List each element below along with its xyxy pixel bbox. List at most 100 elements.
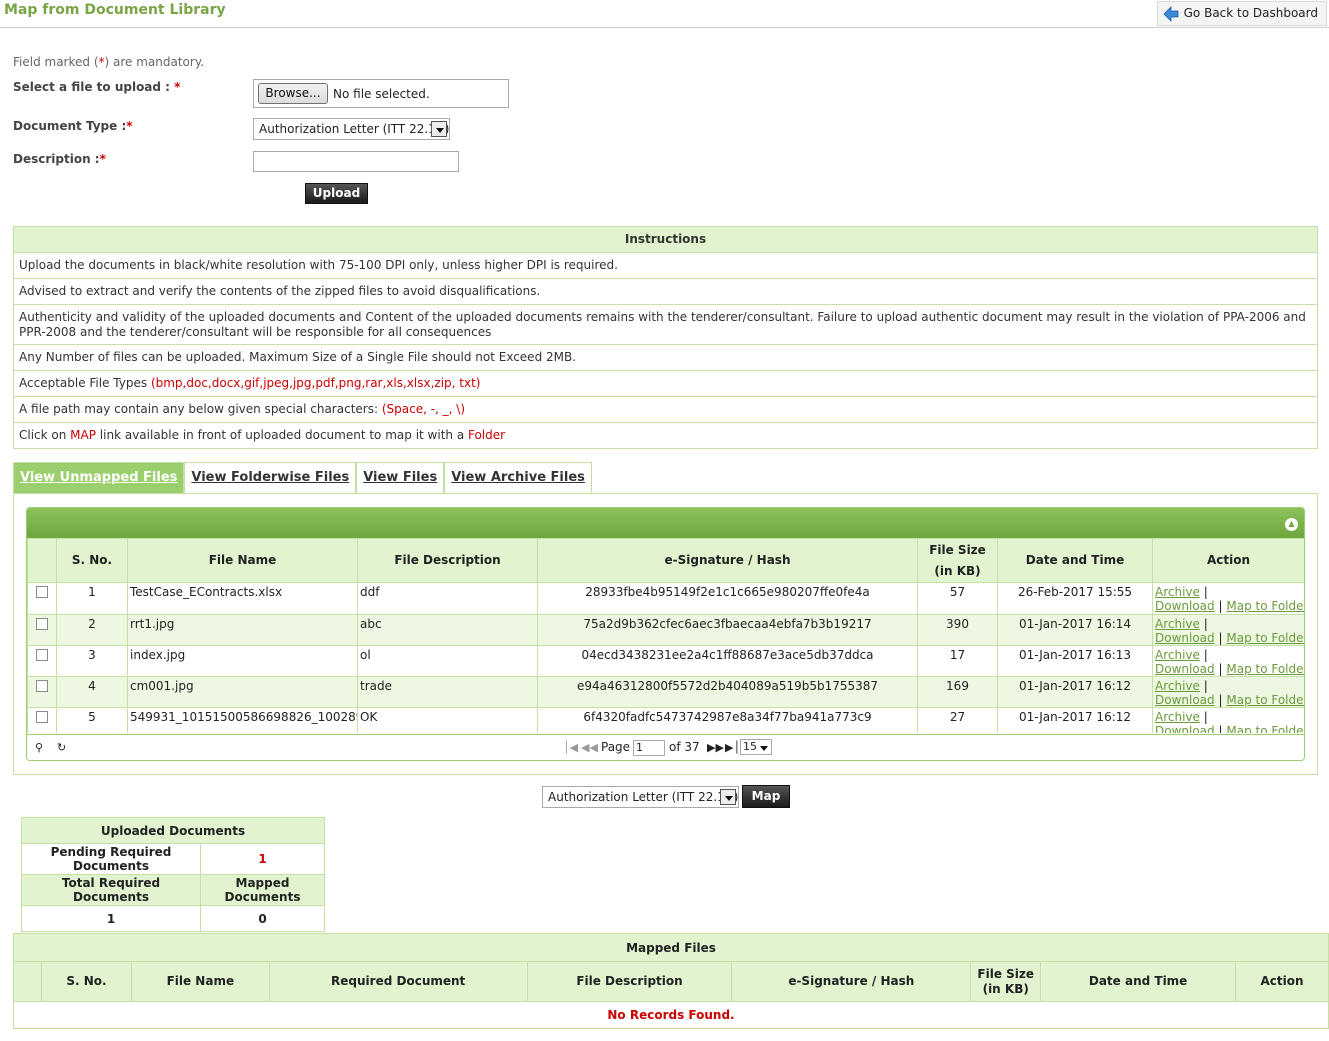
date-cell: 26-Feb-2017 15:55 bbox=[997, 583, 1153, 615]
hash-cell: e94a46312800f5572d2b404089a519b5b1755387 bbox=[537, 676, 918, 708]
page-label: Page bbox=[601, 740, 631, 754]
mapped-select-header bbox=[13, 961, 42, 1002]
column-header[interactable]: S. No. bbox=[56, 538, 128, 583]
table-row[interactable]: 5 549931_10151500586698826_10028952 OK 6… bbox=[27, 707, 1304, 734]
chevron-down-icon bbox=[431, 121, 447, 137]
table-row[interactable]: 4 cm001.jpg trade e94a46312800f5572d2b40… bbox=[27, 676, 1304, 708]
upload-button[interactable]: Upload bbox=[305, 183, 368, 204]
grid-header: S. No. File Name File Description e-Sign… bbox=[27, 538, 1304, 583]
file-size-cell: 390 bbox=[917, 614, 998, 646]
tab-unmapped-files[interactable]: View Unmapped Files bbox=[13, 462, 185, 493]
download-link[interactable]: Download bbox=[1155, 693, 1215, 707]
download-link[interactable]: Download bbox=[1155, 724, 1215, 734]
file-description-cell: trade bbox=[357, 676, 538, 708]
mapped-files-title: Mapped Files bbox=[13, 933, 1329, 962]
grid-body[interactable]: 1 TestCase_EContracts.xlsx ddf 28933fbe4… bbox=[27, 583, 1304, 733]
column-header[interactable]: e-Signature / Hash bbox=[537, 538, 918, 583]
mapped-files-table: Mapped Files S. No. File Name Required D… bbox=[13, 933, 1329, 1029]
column-header[interactable]: File Size (in KB) bbox=[917, 538, 998, 583]
file-description-cell: ddf bbox=[357, 583, 538, 615]
column-header: File Name bbox=[130, 961, 270, 1002]
file-description-cell: abc bbox=[357, 614, 538, 646]
download-link[interactable]: Download bbox=[1155, 631, 1215, 645]
archive-link[interactable]: Archive bbox=[1155, 617, 1200, 631]
table-row[interactable]: 1 TestCase_EContracts.xlsx ddf 28933fbe4… bbox=[27, 583, 1304, 615]
column-header[interactable]: Action bbox=[1152, 538, 1304, 583]
page-count: of 37 bbox=[669, 740, 700, 754]
sno-cell: 4 bbox=[56, 676, 128, 708]
file-name-cell: index.jpg bbox=[127, 645, 358, 677]
tab-files[interactable]: View Files bbox=[356, 462, 445, 493]
unmapped-files-grid: ▲ S. No. File Name File Description e-Si… bbox=[26, 507, 1305, 761]
separator: | bbox=[1203, 647, 1208, 662]
map-to-folder-link[interactable]: Map to Folder bbox=[1226, 693, 1303, 707]
page-number-input[interactable]: 1 bbox=[633, 740, 665, 756]
description-input[interactable] bbox=[253, 151, 459, 172]
pending-label: Pending Required Documents bbox=[21, 843, 201, 875]
uploaded-documents-summary: Uploaded Documents Pending Required Docu… bbox=[21, 817, 325, 932]
back-arrow-icon bbox=[1163, 6, 1179, 22]
row-checkbox[interactable] bbox=[36, 648, 48, 661]
back-to-dashboard-button[interactable]: Go Back to Dashboard bbox=[1156, 1, 1327, 26]
prev-page-icon[interactable]: ◀◀ bbox=[581, 741, 598, 754]
separator: | bbox=[1203, 616, 1208, 631]
column-header[interactable]: Date and Time bbox=[997, 538, 1153, 583]
separator: | bbox=[1203, 709, 1208, 724]
no-file-text: No file selected. bbox=[333, 87, 430, 101]
instruction-line: Authenticity and validity of the uploade… bbox=[13, 304, 1318, 345]
map-to-folder-link[interactable]: Map to Folder bbox=[1226, 724, 1303, 734]
column-header: e-Signature / Hash bbox=[731, 961, 972, 1002]
last-page-icon[interactable]: ▶│ bbox=[725, 741, 740, 754]
table-row[interactable]: 3 index.jpg ol 04ecd3438231ee2a4c1ff8868… bbox=[27, 645, 1304, 677]
date-cell: 01-Jan-2017 16:13 bbox=[997, 645, 1153, 677]
column-header[interactable]: File Description bbox=[357, 538, 538, 583]
date-cell: 01-Jan-2017 16:14 bbox=[997, 614, 1153, 646]
tab-archive-files[interactable]: View Archive Files bbox=[444, 462, 592, 493]
file-upload-field[interactable]: Browse... No file selected. bbox=[253, 79, 509, 108]
column-header[interactable]: File Name bbox=[127, 538, 358, 583]
tab-folderwise-files[interactable]: View Folderwise Files bbox=[184, 462, 357, 493]
map-to-folder-link[interactable]: Map to Folder bbox=[1226, 662, 1303, 676]
instruction-line: Advised to extract and verify the conten… bbox=[13, 278, 1318, 305]
table-row[interactable]: 2 rrt1.jpg abc 75a2d9b362cfec6aec3fbaeca… bbox=[27, 614, 1304, 646]
grid-pager: ⚲ ↻ │◀ ◀◀ Page 1 of 37 ▶▶ ▶│ 15 bbox=[27, 734, 1304, 760]
browse-button[interactable]: Browse... bbox=[258, 83, 328, 104]
download-link[interactable]: Download bbox=[1155, 662, 1215, 676]
archive-link[interactable]: Archive bbox=[1155, 710, 1200, 724]
first-page-icon[interactable]: │◀ bbox=[563, 741, 578, 754]
row-checkbox[interactable] bbox=[36, 710, 48, 723]
download-link[interactable]: Download bbox=[1155, 599, 1215, 613]
file-size-cell: 57 bbox=[917, 583, 998, 615]
archive-link[interactable]: Archive bbox=[1155, 679, 1200, 693]
map-document-type-select[interactable]: Authorization Letter (ITT 22.1(f)) bbox=[542, 786, 739, 808]
file-upload-label: Select a file to upload : * bbox=[13, 80, 181, 94]
chevron-down-icon bbox=[720, 789, 736, 805]
map-to-folder-link[interactable]: Map to Folder bbox=[1226, 599, 1303, 613]
row-checkbox[interactable] bbox=[36, 617, 48, 630]
rows-per-page-select[interactable]: 15 bbox=[740, 739, 772, 755]
refresh-icon[interactable]: ↻ bbox=[57, 741, 66, 754]
search-icon[interactable]: ⚲ bbox=[35, 741, 43, 754]
title-divider bbox=[0, 27, 1329, 28]
map-button[interactable]: Map bbox=[742, 785, 790, 808]
archive-link[interactable]: Archive bbox=[1155, 585, 1200, 599]
map-document-type-value: Authorization Letter (ITT 22.1(f)) bbox=[548, 790, 739, 804]
sno-cell: 3 bbox=[56, 645, 128, 677]
document-type-select[interactable]: Authorization Letter (ITT 22.1(f)) bbox=[253, 118, 450, 140]
instructions-table: Instructions Upload the documents in bla… bbox=[13, 226, 1318, 449]
next-page-icon[interactable]: ▶▶ bbox=[707, 741, 724, 754]
row-checkbox[interactable] bbox=[36, 679, 48, 692]
instruction-line: A file path may contain any below given … bbox=[13, 396, 1318, 423]
file-name-cell: rrt1.jpg bbox=[127, 614, 358, 646]
instruction-line: Upload the documents in black/white reso… bbox=[13, 252, 1318, 279]
row-checkbox[interactable] bbox=[36, 586, 48, 598]
map-to-folder-link[interactable]: Map to Folder bbox=[1226, 631, 1303, 645]
collapse-icon[interactable]: ▲ bbox=[1285, 518, 1298, 531]
separator: | bbox=[1218, 630, 1223, 645]
hash-cell: 28933fbe4b95149f2e1c1c665e980207ffe0fe4a bbox=[537, 583, 918, 615]
row-select-cell bbox=[27, 583, 57, 615]
file-name-cell: cm001.jpg bbox=[127, 676, 358, 708]
column-header: Date and Time bbox=[1040, 961, 1236, 1002]
date-cell: 01-Jan-2017 16:12 bbox=[997, 676, 1153, 708]
archive-link[interactable]: Archive bbox=[1155, 648, 1200, 662]
